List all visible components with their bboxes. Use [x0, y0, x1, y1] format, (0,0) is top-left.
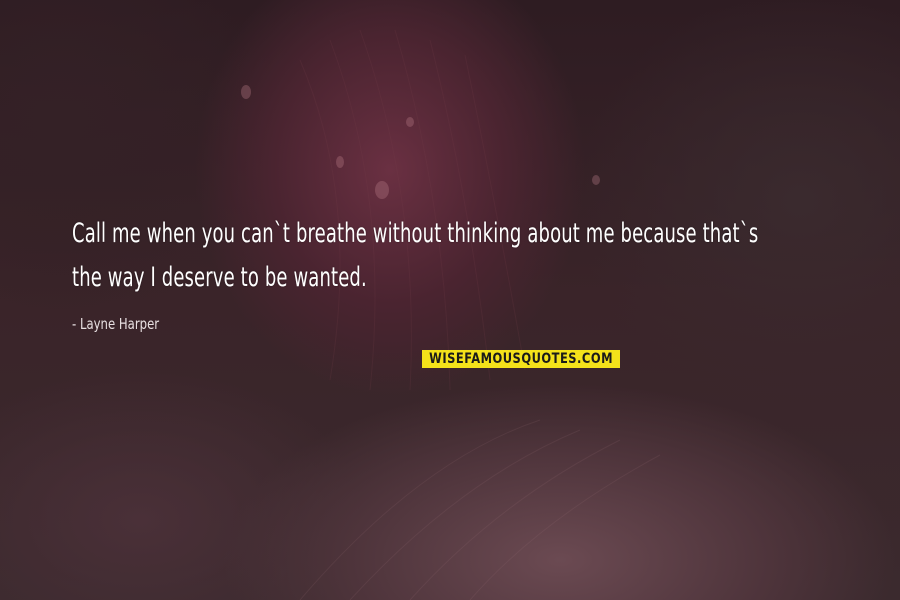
quote-line-2: the way I deserve to be wanted.	[72, 262, 367, 293]
quote-image: Call me when you can`t breathe without t…	[0, 0, 900, 600]
quote-text: Call me when you can`t breathe without t…	[72, 212, 856, 300]
watermark-text: WISEFAMOUSQUOTES.COM	[429, 351, 613, 367]
quote-line-1: Call me when you can`t breathe without t…	[72, 218, 759, 249]
flower-background	[241, 29, 661, 600]
quote-author: - Layne Harper	[72, 315, 160, 333]
watermark-badge: WISEFAMOUSQUOTES.COM	[422, 350, 620, 368]
